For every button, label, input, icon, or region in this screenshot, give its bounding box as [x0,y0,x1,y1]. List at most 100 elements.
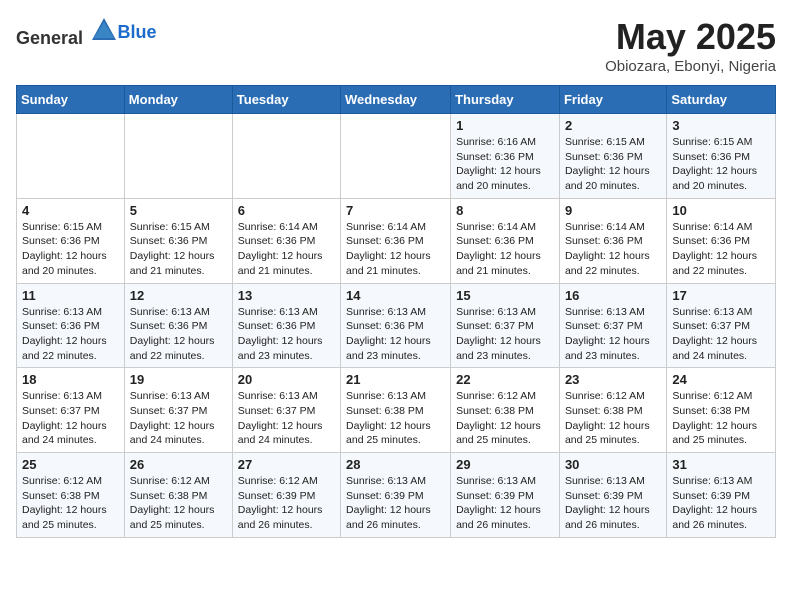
day-detail: Sunrise: 6:13 AM Sunset: 6:39 PM Dayligh… [346,474,445,533]
header-wednesday: Wednesday [341,86,451,114]
day-detail: Sunrise: 6:13 AM Sunset: 6:38 PM Dayligh… [346,389,445,448]
table-row: 25 Sunrise: 6:12 AM Sunset: 6:38 PM Dayli… [17,453,125,538]
day-detail: Sunrise: 6:13 AM Sunset: 6:37 PM Dayligh… [238,389,335,448]
table-row [124,114,232,199]
day-detail: Sunrise: 6:13 AM Sunset: 6:36 PM Dayligh… [238,305,335,364]
table-row: 21 Sunrise: 6:13 AM Sunset: 6:38 PM Dayli… [341,368,451,453]
day-detail: Sunrise: 6:12 AM Sunset: 6:38 PM Dayligh… [565,389,661,448]
day-detail: Sunrise: 6:13 AM Sunset: 6:36 PM Dayligh… [130,305,227,364]
table-row: 29Sunrise: 6:13 AM Sunset: 6:39 PM Dayli… [451,453,560,538]
day-detail: Sunrise: 6:12 AM Sunset: 6:38 PM Dayligh… [22,474,119,533]
logo: General Blue [16,16,157,49]
day-detail: Sunrise: 6:13 AM Sunset: 6:36 PM Dayligh… [346,305,445,364]
day-number: 2 [565,118,661,133]
day-number: 14 [346,288,445,303]
calendar-week-row: 1Sunrise: 6:16 AM Sunset: 6:36 PM Daylig… [17,114,776,199]
location: Obiozara, Ebonyi, Nigeria [605,58,776,75]
day-detail: Sunrise: 6:13 AM Sunset: 6:36 PM Dayligh… [22,305,119,364]
day-number: 8 [456,203,554,218]
table-row: 18 Sunrise: 6:13 AM Sunset: 6:37 PM Dayli… [17,368,125,453]
header-tuesday: Tuesday [232,86,340,114]
table-row: 6Sunrise: 6:14 AM Sunset: 6:36 PM Daylig… [232,198,340,283]
day-number: 29 [456,457,554,472]
logo-icon [90,16,118,44]
header-sunday: Sunday [17,86,125,114]
day-number: 21 [346,372,445,387]
calendar-week-row: 25 Sunrise: 6:12 AM Sunset: 6:38 PM Dayli… [17,453,776,538]
day-number: 12 [130,288,227,303]
table-row: 9Sunrise: 6:14 AM Sunset: 6:36 PM Daylig… [559,198,666,283]
table-row: 10Sunrise: 6:14 AM Sunset: 6:36 PM Dayli… [667,198,776,283]
day-detail: Sunrise: 6:13 AM Sunset: 6:37 PM Dayligh… [565,305,661,364]
logo-text-general: General [16,28,83,48]
day-number: 22 [456,372,554,387]
day-number: 30 [565,457,661,472]
table-row: 4Sunrise: 6:15 AM Sunset: 6:36 PM Daylig… [17,198,125,283]
day-number: 5 [130,203,227,218]
day-detail: Sunrise: 6:13 AM Sunset: 6:37 PM Dayligh… [672,305,770,364]
table-row: 2 Sunrise: 6:15 AM Sunset: 6:36 PM Daylig… [559,114,666,199]
day-number: 17 [672,288,770,303]
day-number: 11 [22,288,119,303]
day-detail: Sunrise: 6:14 AM Sunset: 6:36 PM Dayligh… [238,220,335,279]
table-row: 3Sunrise: 6:15 AM Sunset: 6:36 PM Daylig… [667,114,776,199]
calendar-header: Sunday Monday Tuesday Wednesday Thursday… [17,86,776,114]
table-row: 13 Sunrise: 6:13 AM Sunset: 6:36 PM Dayli… [232,283,340,368]
month-title: May 2025 [605,16,776,58]
table-row: 1Sunrise: 6:16 AM Sunset: 6:36 PM Daylig… [451,114,560,199]
day-detail: Sunrise: 6:16 AM Sunset: 6:36 PM Dayligh… [456,135,554,194]
table-row: 22 Sunrise: 6:12 AM Sunset: 6:38 PM Dayli… [451,368,560,453]
table-row: 30Sunrise: 6:13 AM Sunset: 6:39 PM Dayli… [559,453,666,538]
day-number: 28 [346,457,445,472]
day-detail: Sunrise: 6:15 AM Sunset: 6:36 PM Dayligh… [565,135,661,194]
header-thursday: Thursday [451,86,560,114]
day-detail: Sunrise: 6:12 AM Sunset: 6:38 PM Dayligh… [130,474,227,533]
table-row: 31Sunrise: 6:13 AM Sunset: 6:39 PM Dayli… [667,453,776,538]
table-row: 16 Sunrise: 6:13 AM Sunset: 6:37 PM Dayli… [559,283,666,368]
day-number: 9 [565,203,661,218]
day-number: 26 [130,457,227,472]
table-row: 11 Sunrise: 6:13 AM Sunset: 6:36 PM Dayli… [17,283,125,368]
table-row: 28 Sunrise: 6:13 AM Sunset: 6:39 PM Dayli… [341,453,451,538]
day-number: 27 [238,457,335,472]
table-row: 15 Sunrise: 6:13 AM Sunset: 6:37 PM Dayli… [451,283,560,368]
table-row: 20 Sunrise: 6:13 AM Sunset: 6:37 PM Dayli… [232,368,340,453]
header-friday: Friday [559,86,666,114]
day-number: 24 [672,372,770,387]
day-number: 18 [22,372,119,387]
day-number: 15 [456,288,554,303]
calendar-body: 1Sunrise: 6:16 AM Sunset: 6:36 PM Daylig… [17,114,776,538]
table-row [341,114,451,199]
table-row [232,114,340,199]
day-detail: Sunrise: 6:13 AM Sunset: 6:39 PM Dayligh… [672,474,770,533]
day-number: 20 [238,372,335,387]
day-detail: Sunrise: 6:15 AM Sunset: 6:36 PM Dayligh… [130,220,227,279]
calendar-table: Sunday Monday Tuesday Wednesday Thursday… [16,85,776,538]
calendar-week-row: 18 Sunrise: 6:13 AM Sunset: 6:37 PM Dayli… [17,368,776,453]
table-row: 23Sunrise: 6:12 AM Sunset: 6:38 PM Dayli… [559,368,666,453]
day-detail: Sunrise: 6:15 AM Sunset: 6:36 PM Dayligh… [672,135,770,194]
logo-text-blue: Blue [118,22,157,43]
table-row: 14 Sunrise: 6:13 AM Sunset: 6:36 PM Dayli… [341,283,451,368]
page-header: General Blue May 2025 Obiozara, Ebonyi, … [16,16,776,75]
table-row: 7Sunrise: 6:14 AM Sunset: 6:36 PM Daylig… [341,198,451,283]
day-number: 13 [238,288,335,303]
header-saturday: Saturday [667,86,776,114]
day-detail: Sunrise: 6:14 AM Sunset: 6:36 PM Dayligh… [672,220,770,279]
title-block: May 2025 Obiozara, Ebonyi, Nigeria [605,16,776,75]
day-number: 25 [22,457,119,472]
day-detail: Sunrise: 6:14 AM Sunset: 6:36 PM Dayligh… [346,220,445,279]
table-row [17,114,125,199]
header-monday: Monday [124,86,232,114]
day-detail: Sunrise: 6:13 AM Sunset: 6:37 PM Dayligh… [456,305,554,364]
table-row: 19Sunrise: 6:13 AM Sunset: 6:37 PM Dayli… [124,368,232,453]
table-row: 8Sunrise: 6:14 AM Sunset: 6:36 PM Daylig… [451,198,560,283]
day-number: 19 [130,372,227,387]
table-row: 27Sunrise: 6:12 AM Sunset: 6:39 PM Dayli… [232,453,340,538]
day-detail: Sunrise: 6:13 AM Sunset: 6:37 PM Dayligh… [22,389,119,448]
calendar-week-row: 4Sunrise: 6:15 AM Sunset: 6:36 PM Daylig… [17,198,776,283]
header-row: Sunday Monday Tuesday Wednesday Thursday… [17,86,776,114]
table-row: 5 Sunrise: 6:15 AM Sunset: 6:36 PM Daylig… [124,198,232,283]
day-detail: Sunrise: 6:12 AM Sunset: 6:38 PM Dayligh… [456,389,554,448]
day-number: 16 [565,288,661,303]
